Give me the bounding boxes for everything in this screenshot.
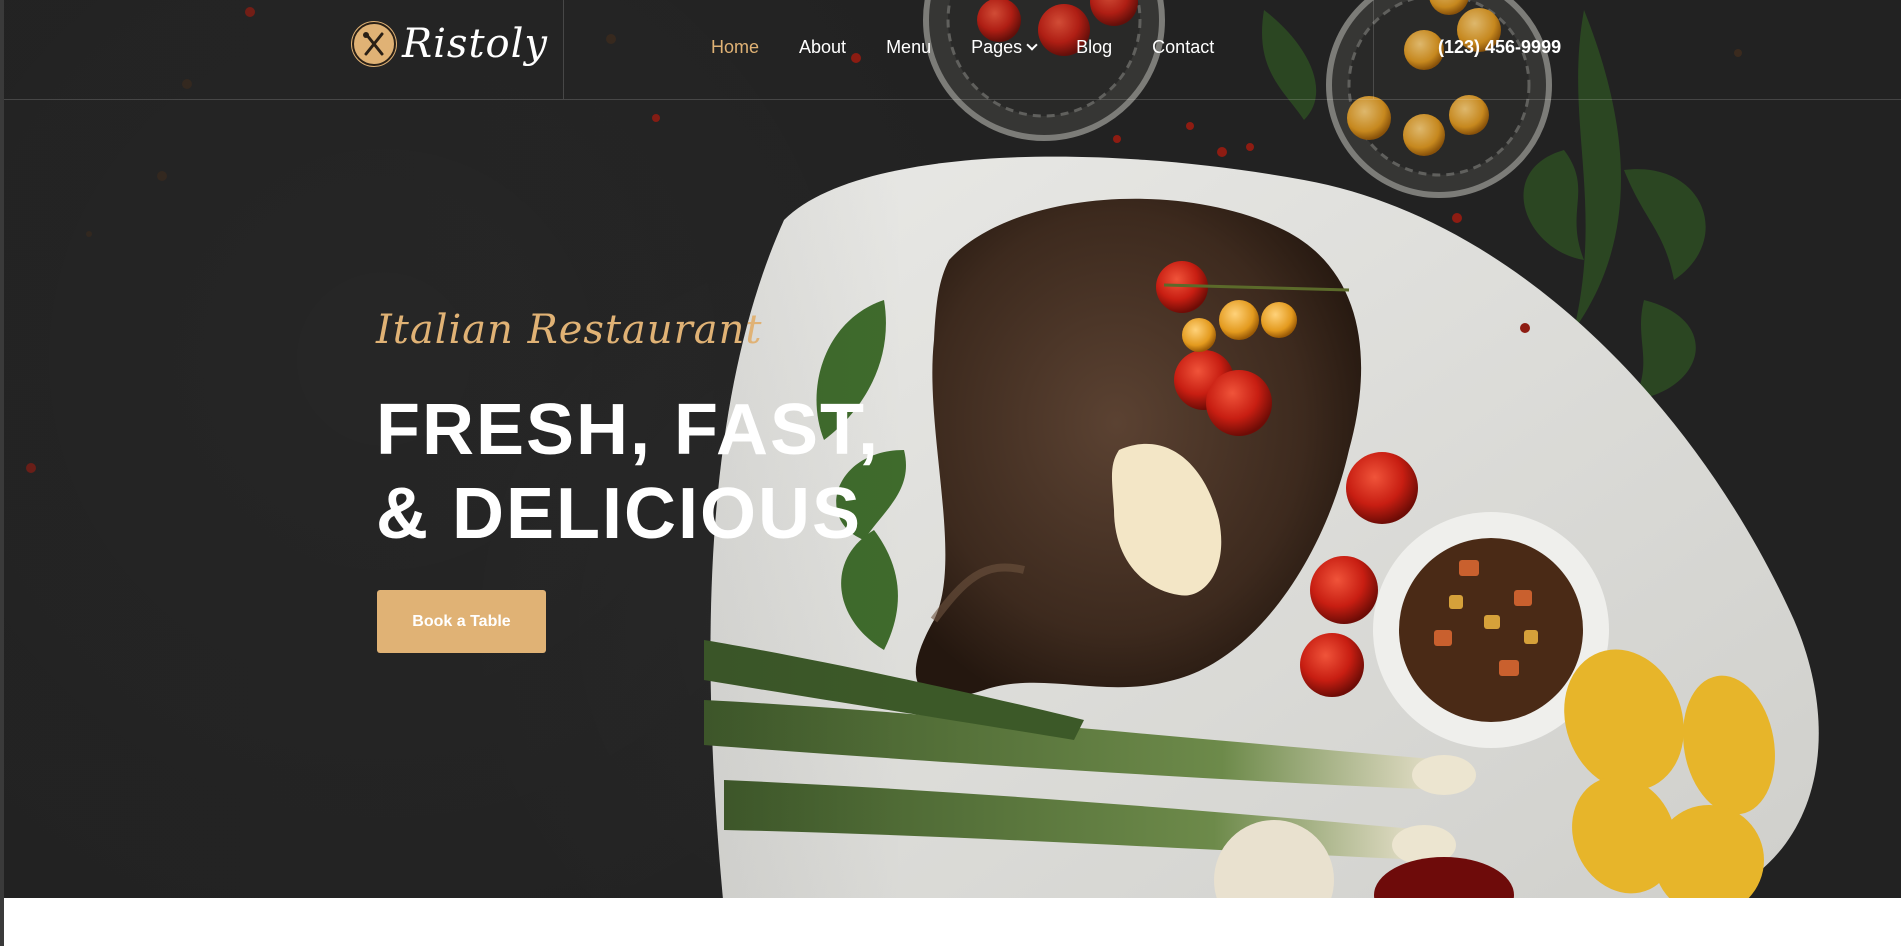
nav-item-menu[interactable]: Menu	[886, 36, 931, 58]
hero-headline-line1: FRESH, FAST,	[376, 390, 881, 470]
hero-food-image	[4, 0, 1819, 898]
site-header: Ristoly Home About Menu Pages Blog Conta…	[4, 0, 1901, 100]
hero-section: Italian Restaurant FRESH, FAST, & DELICI…	[4, 0, 1901, 898]
hero-headline-line2: & DELICIOUS	[376, 474, 863, 554]
page: Italian Restaurant FRESH, FAST, & DELICI…	[0, 0, 1901, 946]
brand-name: Ristoly	[402, 21, 548, 67]
nav-item-blog[interactable]: Blog	[1076, 36, 1112, 58]
nav-item-pages-label: Pages	[971, 37, 1023, 57]
phone-number-link[interactable]: (123) 456-9999	[1438, 37, 1561, 58]
logo-link[interactable]: Ristoly	[352, 22, 548, 66]
header-divider	[563, 0, 564, 99]
hero-headline: FRESH, FAST, & DELICIOUS	[376, 388, 880, 556]
nav-item-about[interactable]: About	[799, 36, 846, 58]
book-table-button[interactable]: Book a Table	[377, 590, 546, 653]
chevron-down-icon	[1026, 39, 1038, 51]
fork-knife-icon	[352, 22, 396, 66]
nav-item-home[interactable]: Home	[711, 36, 759, 58]
header-divider	[1373, 0, 1374, 99]
main-nav: Home About Menu Pages Blog Contact	[711, 36, 1214, 58]
nav-item-pages[interactable]: Pages	[971, 36, 1038, 58]
hero-subtitle: Italian Restaurant	[376, 307, 763, 353]
nav-item-contact[interactable]: Contact	[1152, 36, 1214, 58]
